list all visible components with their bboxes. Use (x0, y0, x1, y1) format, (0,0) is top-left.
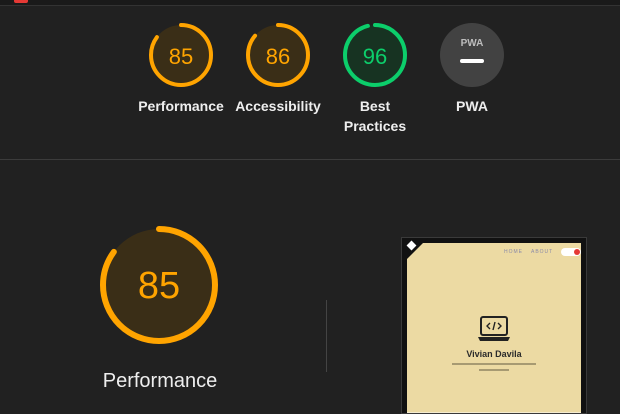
thumbnail-subtitle-line-2 (479, 369, 509, 371)
performance-gauge-large: 85 (99, 225, 219, 350)
gauge-performance-ring: 85 (149, 23, 213, 87)
thumbnail-nav-home: HOME (504, 249, 523, 255)
gauge-best-practices-label: Best Practices (343, 98, 407, 134)
gauge-performance-label: Performance (138, 98, 224, 114)
thumbnail-subtitle-line (452, 363, 536, 365)
laptop-code-icon (478, 316, 510, 341)
pwa-badge-text: PWA (461, 38, 484, 49)
gauge-best-practices-score: 96 (363, 44, 387, 69)
tab-indicator (14, 0, 28, 3)
category-gauges: 85 Performance 86 Accessibility 96 Best … (0, 22, 620, 142)
thumbnail-page: HOME ABOUT Vivian Davila (407, 243, 582, 413)
performance-large-label: Performance (102, 370, 218, 392)
gauge-accessibility[interactable]: 86 Accessibility (228, 22, 328, 116)
thumbnail-name: Vivian Davila (466, 349, 522, 359)
gauge-pwa-label: PWA (456, 98, 488, 114)
gauge-best-practices[interactable]: 96 Best Practices (325, 22, 425, 136)
gauge-performance-score: 85 (169, 44, 193, 69)
performance-large-ring: 85 (100, 226, 218, 344)
gauge-pwa[interactable]: PWA PWA (422, 22, 522, 116)
gauge-accessibility-label: Accessibility (235, 98, 321, 114)
theme-toggle-icon (561, 248, 582, 256)
thumbnail-nav-about: ABOUT (531, 249, 554, 255)
pwa-dash-icon (460, 59, 484, 63)
thumbnail-nav: HOME ABOUT (504, 248, 582, 256)
gauge-accessibility-ring: 86 (246, 23, 310, 87)
thumbnail-corner (402, 238, 428, 264)
gauge-performance[interactable]: 85 Performance (131, 22, 231, 116)
performance-large-score: 85 (138, 265, 180, 307)
browser-top-strip (0, 0, 620, 6)
pwa-badge-icon: PWA (440, 23, 504, 87)
final-screenshot-thumbnail[interactable]: HOME ABOUT Vivian Davila (401, 237, 587, 414)
vertical-separator (326, 300, 327, 372)
section-divider (0, 159, 620, 160)
gauge-accessibility-score: 86 (266, 44, 290, 69)
gauge-best-practices-ring: 96 (343, 23, 407, 87)
